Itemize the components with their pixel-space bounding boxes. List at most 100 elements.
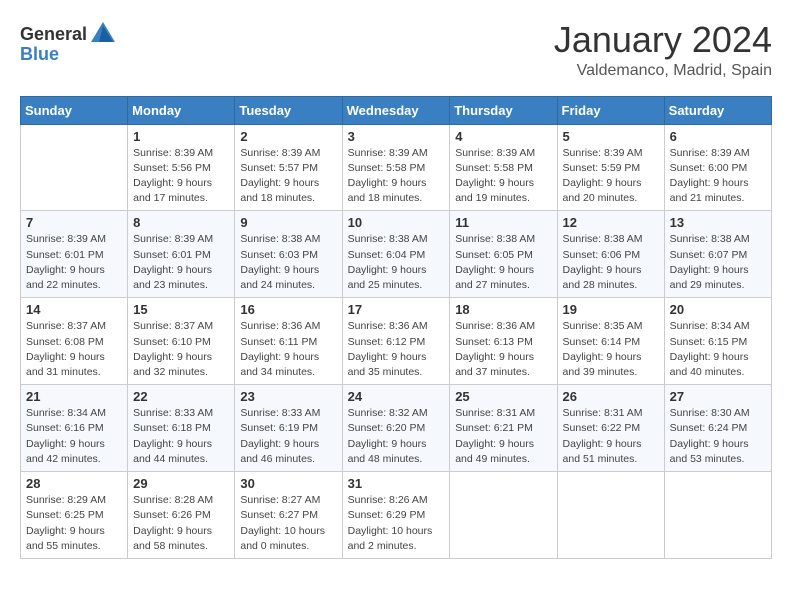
- day-number: 7: [26, 215, 122, 230]
- calendar-cell: 6 Sunrise: 8:39 AM Sunset: 6:00 PM Daylig…: [664, 124, 771, 211]
- calendar-cell: 17 Sunrise: 8:36 AM Sunset: 6:12 PM Dayli…: [342, 298, 450, 385]
- day-info: Sunrise: 8:39 AM Sunset: 6:01 PM Dayligh…: [26, 232, 122, 293]
- calendar-cell: 11 Sunrise: 8:38 AM Sunset: 6:05 PM Dayli…: [450, 211, 557, 298]
- day-number: 4: [455, 129, 551, 144]
- calendar-cell: 19 Sunrise: 8:35 AM Sunset: 6:14 PM Dayli…: [557, 298, 664, 385]
- calendar-cell: 8 Sunrise: 8:39 AM Sunset: 6:01 PM Daylig…: [128, 211, 235, 298]
- header-tuesday: Tuesday: [235, 96, 342, 124]
- day-number: 28: [26, 476, 122, 491]
- day-info: Sunrise: 8:38 AM Sunset: 6:03 PM Dayligh…: [240, 232, 336, 293]
- calendar-cell: [664, 472, 771, 559]
- day-info: Sunrise: 8:39 AM Sunset: 6:00 PM Dayligh…: [670, 146, 766, 207]
- calendar-cell: 30Sunrise: 8:27 AM Sunset: 6:27 PM Dayli…: [235, 472, 342, 559]
- calendar-cell: 31 Sunrise: 8:26 AM Sunset: 6:29 PM Dayli…: [342, 472, 450, 559]
- day-number: 10: [348, 215, 445, 230]
- day-info: Sunrise: 8:29 AM Sunset: 6:25 PM Dayligh…: [26, 493, 122, 554]
- day-info: Sunrise: 8:38 AM Sunset: 6:07 PM Dayligh…: [670, 232, 766, 293]
- day-info: Sunrise: 8:39 AM Sunset: 6:01 PM Dayligh…: [133, 232, 229, 293]
- calendar-cell: 28 Sunrise: 8:29 AM Sunset: 6:25 PM Dayli…: [21, 472, 128, 559]
- week-row-3: 14 Sunrise: 8:37 AM Sunset: 6:08 PM Dayli…: [21, 298, 772, 385]
- logo-text: General Blue: [20, 20, 117, 65]
- calendar-cell: 14 Sunrise: 8:37 AM Sunset: 6:08 PM Dayli…: [21, 298, 128, 385]
- day-info: Sunrise: 8:33 AM Sunset: 6:19 PM Dayligh…: [240, 406, 336, 467]
- header-sunday: Sunday: [21, 96, 128, 124]
- day-number: 25: [455, 389, 551, 404]
- day-number: 12: [563, 215, 659, 230]
- day-number: 17: [348, 302, 445, 317]
- day-number: 22: [133, 389, 229, 404]
- calendar-cell: 26 Sunrise: 8:31 AM Sunset: 6:22 PM Dayli…: [557, 385, 664, 472]
- day-number: 6: [670, 129, 766, 144]
- week-row-2: 7 Sunrise: 8:39 AM Sunset: 6:01 PM Daylig…: [21, 211, 772, 298]
- calendar-cell: 25 Sunrise: 8:31 AM Sunset: 6:21 PM Dayli…: [450, 385, 557, 472]
- month-title: January 2024: [554, 20, 772, 60]
- day-info: Sunrise: 8:39 AM Sunset: 5:57 PM Dayligh…: [240, 146, 336, 207]
- day-number: 1: [133, 129, 229, 144]
- day-number: 8: [133, 215, 229, 230]
- day-number: 9: [240, 215, 336, 230]
- calendar-cell: 21 Sunrise: 8:34 AM Sunset: 6:16 PM Dayli…: [21, 385, 128, 472]
- day-info: Sunrise: 8:36 AM Sunset: 6:12 PM Dayligh…: [348, 319, 445, 380]
- day-number: 19: [563, 302, 659, 317]
- day-info: Sunrise: 8:32 AM Sunset: 6:20 PM Dayligh…: [348, 406, 445, 467]
- calendar-cell: 29 Sunrise: 8:28 AM Sunset: 6:26 PM Dayli…: [128, 472, 235, 559]
- day-number: 26: [563, 389, 659, 404]
- header-thursday: Thursday: [450, 96, 557, 124]
- day-info: Sunrise: 8:30 AM Sunset: 6:24 PM Dayligh…: [670, 406, 766, 467]
- calendar-cell: 13 Sunrise: 8:38 AM Sunset: 6:07 PM Dayli…: [664, 211, 771, 298]
- day-number: 13: [670, 215, 766, 230]
- day-number: 15: [133, 302, 229, 317]
- day-info: Sunrise: 8:38 AM Sunset: 6:06 PM Dayligh…: [563, 232, 659, 293]
- day-info: Sunrise: 8:33 AM Sunset: 6:18 PM Dayligh…: [133, 406, 229, 467]
- calendar-cell: 18Sunrise: 8:36 AM Sunset: 6:13 PM Dayli…: [450, 298, 557, 385]
- day-number: 20: [670, 302, 766, 317]
- calendar-cell: 2 Sunrise: 8:39 AM Sunset: 5:57 PM Daylig…: [235, 124, 342, 211]
- day-info: Sunrise: 8:39 AM Sunset: 5:58 PM Dayligh…: [455, 146, 551, 207]
- day-info: Sunrise: 8:37 AM Sunset: 6:10 PM Dayligh…: [133, 319, 229, 380]
- day-number: 23: [240, 389, 336, 404]
- day-info: Sunrise: 8:31 AM Sunset: 6:21 PM Dayligh…: [455, 406, 551, 467]
- day-number: 31: [348, 476, 445, 491]
- week-row-5: 28 Sunrise: 8:29 AM Sunset: 6:25 PM Dayli…: [21, 472, 772, 559]
- calendar-cell: 20 Sunrise: 8:34 AM Sunset: 6:15 PM Dayli…: [664, 298, 771, 385]
- day-number: 27: [670, 389, 766, 404]
- day-number: 29: [133, 476, 229, 491]
- day-info: Sunrise: 8:37 AM Sunset: 6:08 PM Dayligh…: [26, 319, 122, 380]
- day-info: Sunrise: 8:31 AM Sunset: 6:22 PM Dayligh…: [563, 406, 659, 467]
- calendar-cell: 5 Sunrise: 8:39 AM Sunset: 5:59 PM Daylig…: [557, 124, 664, 211]
- header-monday: Monday: [128, 96, 235, 124]
- logo: General Blue: [20, 20, 117, 65]
- day-number: 18: [455, 302, 551, 317]
- calendar-cell: 16Sunrise: 8:36 AM Sunset: 6:11 PM Dayli…: [235, 298, 342, 385]
- day-info: Sunrise: 8:39 AM Sunset: 5:59 PM Dayligh…: [563, 146, 659, 207]
- day-info: Sunrise: 8:34 AM Sunset: 6:16 PM Dayligh…: [26, 406, 122, 467]
- location-title: Valdemanco, Madrid, Spain: [554, 62, 772, 80]
- calendar-table: Sunday Monday Tuesday Wednesday Thursday…: [20, 96, 772, 559]
- day-number: 21: [26, 389, 122, 404]
- calendar-cell: 3Sunrise: 8:39 AM Sunset: 5:58 PM Daylig…: [342, 124, 450, 211]
- day-number: 24: [348, 389, 445, 404]
- day-info: Sunrise: 8:39 AM Sunset: 5:58 PM Dayligh…: [348, 146, 445, 207]
- calendar-cell: 27 Sunrise: 8:30 AM Sunset: 6:24 PM Dayli…: [664, 385, 771, 472]
- day-number: 11: [455, 215, 551, 230]
- week-row-4: 21 Sunrise: 8:34 AM Sunset: 6:16 PM Dayli…: [21, 385, 772, 472]
- weekday-header-row: Sunday Monday Tuesday Wednesday Thursday…: [21, 96, 772, 124]
- day-info: Sunrise: 8:39 AM Sunset: 5:56 PM Dayligh…: [133, 146, 229, 207]
- day-info: Sunrise: 8:26 AM Sunset: 6:29 PM Dayligh…: [348, 493, 445, 554]
- week-row-1: 1 Sunrise: 8:39 AM Sunset: 5:56 PM Daylig…: [21, 124, 772, 211]
- day-number: 2: [240, 129, 336, 144]
- title-section: January 2024 Valdemanco, Madrid, Spain: [554, 20, 772, 80]
- logo-general: General: [20, 24, 87, 45]
- day-info: Sunrise: 8:28 AM Sunset: 6:26 PM Dayligh…: [133, 493, 229, 554]
- day-info: Sunrise: 8:38 AM Sunset: 6:05 PM Dayligh…: [455, 232, 551, 293]
- day-number: 30: [240, 476, 336, 491]
- calendar-cell: 1 Sunrise: 8:39 AM Sunset: 5:56 PM Daylig…: [128, 124, 235, 211]
- day-number: 5: [563, 129, 659, 144]
- header-saturday: Saturday: [664, 96, 771, 124]
- calendar-cell: 15 Sunrise: 8:37 AM Sunset: 6:10 PM Dayli…: [128, 298, 235, 385]
- day-number: 14: [26, 302, 122, 317]
- header-friday: Friday: [557, 96, 664, 124]
- calendar-cell: 9 Sunrise: 8:38 AM Sunset: 6:03 PM Daylig…: [235, 211, 342, 298]
- day-info: Sunrise: 8:34 AM Sunset: 6:15 PM Dayligh…: [670, 319, 766, 380]
- day-info: Sunrise: 8:35 AM Sunset: 6:14 PM Dayligh…: [563, 319, 659, 380]
